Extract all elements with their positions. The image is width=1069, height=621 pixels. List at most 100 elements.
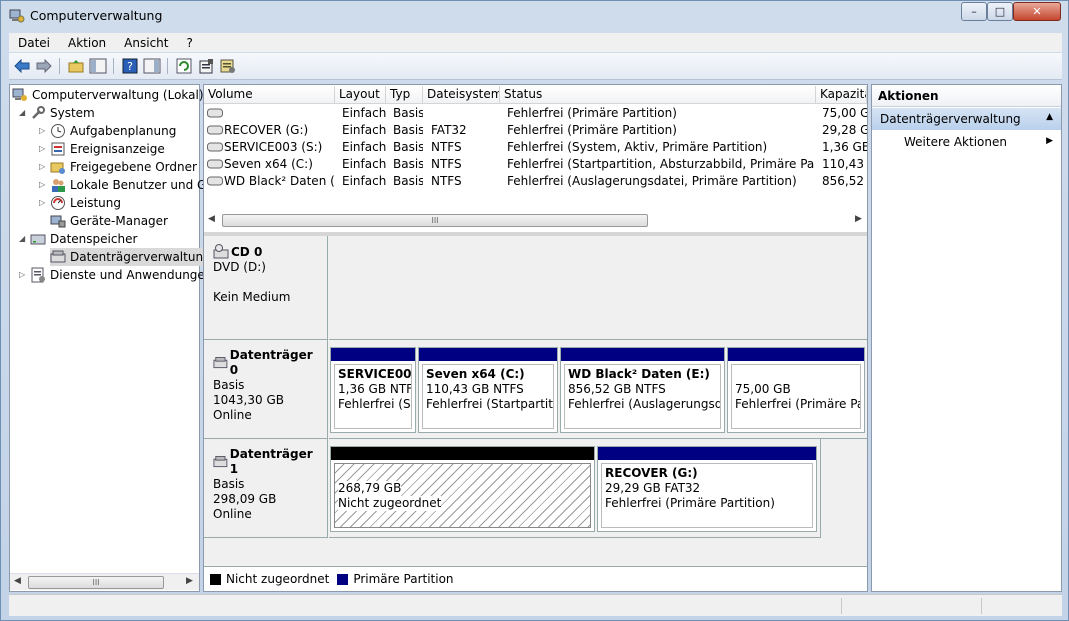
navigation-tree: Computerverwaltung (Lokal) ◢ System ▷ Au…: [9, 84, 219, 592]
cell-filesystem: NTFS: [431, 157, 462, 171]
tree-item-system[interactable]: System: [30, 104, 95, 122]
scroll-left-icon[interactable]: ◀: [14, 576, 21, 586]
expand-arrow-icon[interactable]: ▷: [39, 126, 45, 135]
show-hide-action-pane-icon[interactable]: [143, 57, 161, 75]
partition-size: 268,79 GB: [338, 481, 402, 496]
disk-name: Datenträger 1: [229, 447, 313, 476]
tree-horizontal-scrollbar[interactable]: ◀ III ▶: [10, 573, 199, 590]
tree-item-shared-folders[interactable]: Freigegebene Ordner: [50, 158, 197, 176]
collapse-arrow-icon[interactable]: ◢: [19, 234, 25, 243]
cell-volume: RECOVER (G:): [224, 123, 309, 137]
partition-unnamed[interactable]: 75,00 GB Fehlerfrei (Primäre Parti: [727, 347, 865, 433]
scroll-thumb[interactable]: III: [222, 214, 648, 227]
expand-arrow-icon[interactable]: ▷: [39, 198, 45, 207]
cell-filesystem: NTFS: [431, 174, 462, 188]
scroll-thumb[interactable]: III: [28, 576, 164, 589]
partition-seven-x64[interactable]: Seven x64 (C:) 110,43 GB NTFS Fehlerfrei…: [418, 347, 558, 433]
tree-item-storage[interactable]: Datenspeicher: [30, 230, 137, 248]
tree-item-device-manager[interactable]: Geräte-Manager: [50, 212, 168, 230]
cell-layout: Einfach: [342, 106, 386, 120]
computer-management-icon: [9, 9, 25, 23]
tree-label: Ereignisanzeige: [70, 142, 165, 156]
partition-wd-black[interactable]: WD Black² Daten (E:) 856,52 GB NTFS Fehl…: [560, 347, 725, 433]
partition-bar: [561, 348, 724, 361]
properties-icon[interactable]: [197, 57, 215, 75]
expand-arrow-icon[interactable]: ▷: [39, 180, 45, 189]
back-icon[interactable]: [13, 57, 31, 75]
cell-type: Basis: [393, 106, 423, 120]
minimize-button[interactable]: –: [961, 2, 987, 21]
menu-aktion[interactable]: Aktion: [59, 36, 115, 50]
tree-item-services[interactable]: Dienste und Anwendungen: [30, 266, 212, 284]
menu-ansicht[interactable]: Ansicht: [115, 36, 177, 50]
partition-name: SERVICE003: [338, 367, 412, 381]
legend-swatch-unallocated: [210, 573, 221, 585]
disk-label-disk0[interactable]: Datenträger 0 Basis 1043,30 GB Online: [204, 340, 328, 439]
disk-label-cd0[interactable]: CD 0 DVD (D:) Kein Medium: [204, 236, 328, 340]
cell-layout: Einfach: [342, 174, 386, 188]
cell-layout: Einfach: [342, 123, 386, 137]
cd-drive-icon: [213, 244, 229, 259]
column-header-layout[interactable]: Layout: [335, 86, 386, 104]
volume-drive-icon: [207, 142, 223, 152]
help-icon[interactable]: ?: [121, 57, 139, 75]
show-hide-tree-icon[interactable]: [89, 57, 107, 75]
forward-icon[interactable]: [35, 57, 53, 75]
expand-arrow-icon[interactable]: ▷: [19, 270, 25, 279]
partition-unallocated[interactable]: 268,79 GB Nicht zugeordnet: [330, 446, 595, 532]
tree-item-performance[interactable]: Leistung: [50, 194, 121, 212]
actions-section-disk-management[interactable]: Datenträgerverwaltung ▲: [872, 108, 1061, 130]
refresh-icon[interactable]: [175, 57, 193, 75]
legend: Nicht zugeordnet Primäre Partition: [204, 566, 867, 591]
column-header-capacity[interactable]: Kapazitä: [816, 86, 867, 104]
close-button[interactable]: ✕: [1013, 2, 1061, 21]
actions-header: Aktionen: [872, 85, 1061, 107]
partition-size: 29,29 GB FAT32: [605, 481, 701, 495]
scroll-right-icon[interactable]: ▶: [186, 576, 193, 586]
cell-capacity: 1,36 GB: [822, 140, 867, 154]
partition-bar: [331, 348, 415, 361]
tree-label: Freigegebene Ordner: [70, 160, 197, 174]
storage-icon: [30, 234, 46, 245]
menu-help[interactable]: ?: [177, 36, 201, 50]
partition-status: Fehlerfrei (Sys: [338, 397, 411, 411]
column-header-status[interactable]: Status: [500, 86, 816, 104]
maximize-button[interactable]: □: [987, 2, 1013, 21]
tree-item-task-scheduler[interactable]: Aufgabenplanung: [50, 122, 176, 140]
partition-service003[interactable]: SERVICE003 1,36 GB NTFS Fehlerfrei (Sys: [330, 347, 416, 433]
cell-status: Fehlerfrei (Primäre Partition): [507, 106, 677, 120]
legend-swatch-primary: [337, 573, 349, 585]
up-folder-icon[interactable]: [67, 57, 85, 75]
cell-volume: WD Black² Daten (E:): [224, 174, 334, 188]
disk-name: CD 0: [231, 244, 263, 259]
partition-recover[interactable]: RECOVER (G:) 29,29 GB FAT32 Fehlerfrei (…: [597, 446, 817, 532]
expand-arrow-icon[interactable]: ▷: [39, 144, 45, 153]
partition-name: RECOVER (G:): [605, 466, 698, 480]
column-header-type[interactable]: Typ: [386, 86, 423, 104]
tree-item-disk-management[interactable]: Datenträgerverwaltung: [50, 248, 215, 266]
collapse-arrow-icon[interactable]: ◢: [19, 108, 25, 117]
title-bar[interactable]: Computerverwaltung – □ ✕: [1, 1, 1068, 31]
column-header-volume[interactable]: Volume: [204, 86, 335, 104]
scroll-left-icon[interactable]: ◀: [208, 214, 215, 224]
disk-label-disk1[interactable]: Datenträger 1 Basis 298,09 GB Online: [204, 439, 328, 538]
scroll-right-icon[interactable]: ▶: [855, 214, 862, 224]
menu-datei[interactable]: Datei: [9, 36, 59, 50]
tree-item-local-users[interactable]: Lokale Benutzer und Gru: [50, 176, 219, 194]
tree-item-root[interactable]: Computerverwaltung (Lokal): [12, 86, 204, 104]
settings-icon[interactable]: [219, 57, 237, 75]
cell-type: Basis: [393, 157, 423, 171]
device-manager-icon: [50, 215, 66, 228]
collapse-triangle-icon[interactable]: ▲: [1046, 112, 1053, 122]
cell-type: Basis: [393, 140, 423, 154]
action-more-actions[interactable]: Weitere Aktionen ▶: [872, 133, 1061, 153]
volume-list-horizontal-scrollbar[interactable]: ◀ III ▶: [204, 212, 867, 229]
disk-status: Online: [213, 507, 252, 521]
expand-arrow-icon[interactable]: ▷: [39, 162, 45, 171]
column-header-filesystem[interactable]: Dateisystem: [423, 86, 500, 104]
cell-status: Fehlerfrei (Startpartition, Absturzabbil…: [507, 157, 815, 171]
disk-row-disk1: 268,79 GB Nicht zugeordnet RECOVER (G:) …: [329, 439, 821, 538]
partition-size: 75,00 GB: [735, 382, 791, 396]
partition-bar: [419, 348, 557, 361]
tree-item-event-viewer[interactable]: Ereignisanzeige: [50, 140, 165, 158]
